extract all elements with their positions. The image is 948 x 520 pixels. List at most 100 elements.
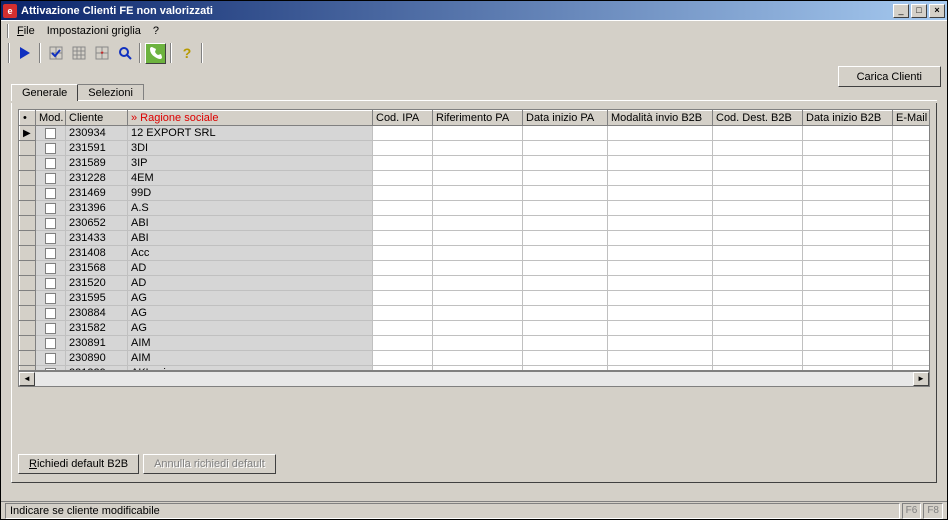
cell-empty[interactable] [373,201,433,216]
cell-empty[interactable] [523,291,608,306]
cell-empty[interactable] [608,246,713,261]
cell-ragione[interactable]: 4EM [128,171,373,186]
cell-empty[interactable] [803,351,893,366]
carica-clienti-button[interactable]: Carica Clienti [838,66,941,87]
cell-cliente[interactable]: 230891 [66,336,128,351]
cell-empty[interactable] [608,351,713,366]
cell-empty[interactable] [373,291,433,306]
close-button[interactable]: × [929,4,945,18]
cell-empty[interactable] [373,351,433,366]
cell-empty[interactable] [713,171,803,186]
cell-empty[interactable] [433,186,523,201]
table-row[interactable]: 231408Acc [20,246,931,261]
col-modalita-b2b[interactable]: Modalità invio B2B [608,111,713,126]
cell-mod[interactable] [36,351,66,366]
cell-empty[interactable] [373,126,433,141]
row-header[interactable] [20,171,36,186]
cell-empty[interactable] [803,171,893,186]
cell-cliente[interactable]: 230890 [66,351,128,366]
col-cliente[interactable]: Cliente [66,111,128,126]
col-email-b2b[interactable]: E-Mail B [893,111,931,126]
checkbox-icon[interactable] [45,218,56,229]
cell-empty[interactable] [713,141,803,156]
minimize-button[interactable]: _ [893,4,909,18]
cell-empty[interactable] [893,321,931,336]
cell-ragione[interactable]: 3DI [128,141,373,156]
cell-empty[interactable] [608,216,713,231]
menu-impostazioni[interactable]: Impostazioni griglia [41,23,147,39]
cell-cliente[interactable]: 231591 [66,141,128,156]
cell-empty[interactable] [608,291,713,306]
table-row[interactable]: 231582AG [20,321,931,336]
cell-empty[interactable] [523,141,608,156]
col-mod[interactable]: Mod. [36,111,66,126]
table-row[interactable]: ▶23093412 EXPORT SRL [20,126,931,141]
cell-empty[interactable] [713,291,803,306]
cell-cliente[interactable]: 231433 [66,231,128,246]
cell-empty[interactable] [523,186,608,201]
col-ragione-sociale[interactable]: » Ragione sociale [128,111,373,126]
cell-empty[interactable] [373,141,433,156]
cell-empty[interactable] [433,216,523,231]
cell-empty[interactable] [713,156,803,171]
annulla-richiedi-default-button[interactable]: Annulla richiedi default [143,454,276,474]
cell-empty[interactable] [713,126,803,141]
cell-mod[interactable] [36,141,66,156]
cell-empty[interactable] [373,231,433,246]
cell-empty[interactable] [893,261,931,276]
cell-mod[interactable] [36,186,66,201]
cell-empty[interactable] [433,306,523,321]
cell-empty[interactable] [713,216,803,231]
cell-empty[interactable] [523,156,608,171]
cell-empty[interactable] [373,306,433,321]
table-row[interactable]: 230884AG [20,306,931,321]
maximize-button[interactable]: □ [911,4,927,18]
cell-empty[interactable] [523,201,608,216]
col-riferimento-pa[interactable]: Riferimento PA [433,111,523,126]
cell-empty[interactable] [523,351,608,366]
row-header[interactable] [20,276,36,291]
cell-mod[interactable] [36,336,66,351]
cell-empty[interactable] [433,291,523,306]
cell-empty[interactable] [893,171,931,186]
row-header[interactable] [20,291,36,306]
cell-empty[interactable] [893,141,931,156]
row-header[interactable] [20,141,36,156]
cell-empty[interactable] [803,231,893,246]
cell-ragione[interactable]: A.S [128,201,373,216]
cell-empty[interactable] [608,171,713,186]
cell-empty[interactable] [893,126,931,141]
cell-empty[interactable] [803,306,893,321]
cell-empty[interactable] [433,261,523,276]
cell-empty[interactable] [713,306,803,321]
cell-cliente[interactable]: 231469 [66,186,128,201]
cell-empty[interactable] [373,186,433,201]
cell-empty[interactable] [803,336,893,351]
cell-mod[interactable] [36,246,66,261]
cell-empty[interactable] [433,321,523,336]
cell-empty[interactable] [608,261,713,276]
cell-ragione[interactable]: AG [128,306,373,321]
cell-empty[interactable] [893,216,931,231]
cell-ragione[interactable]: AIM [128,336,373,351]
cell-empty[interactable] [713,321,803,336]
cell-cliente[interactable]: 231228 [66,171,128,186]
cell-empty[interactable] [523,246,608,261]
cell-mod[interactable] [36,291,66,306]
cell-empty[interactable] [373,261,433,276]
tab-selezioni[interactable]: Selezioni [77,84,144,101]
menu-file[interactable]: File [11,23,41,39]
run-icon[interactable] [14,43,35,64]
cell-empty[interactable] [608,276,713,291]
phone-icon[interactable] [145,43,166,64]
row-header[interactable] [20,246,36,261]
checkbox-icon[interactable] [45,158,56,169]
col-data-inizio-b2b[interactable]: Data inizio B2B [803,111,893,126]
row-header[interactable] [20,186,36,201]
cell-cliente[interactable]: 230884 [66,306,128,321]
cell-empty[interactable] [523,171,608,186]
cell-empty[interactable] [893,276,931,291]
cell-mod[interactable] [36,261,66,276]
cell-cliente[interactable]: 230652 [66,216,128,231]
grid-scrollbar[interactable]: ◄ ► [18,371,930,387]
